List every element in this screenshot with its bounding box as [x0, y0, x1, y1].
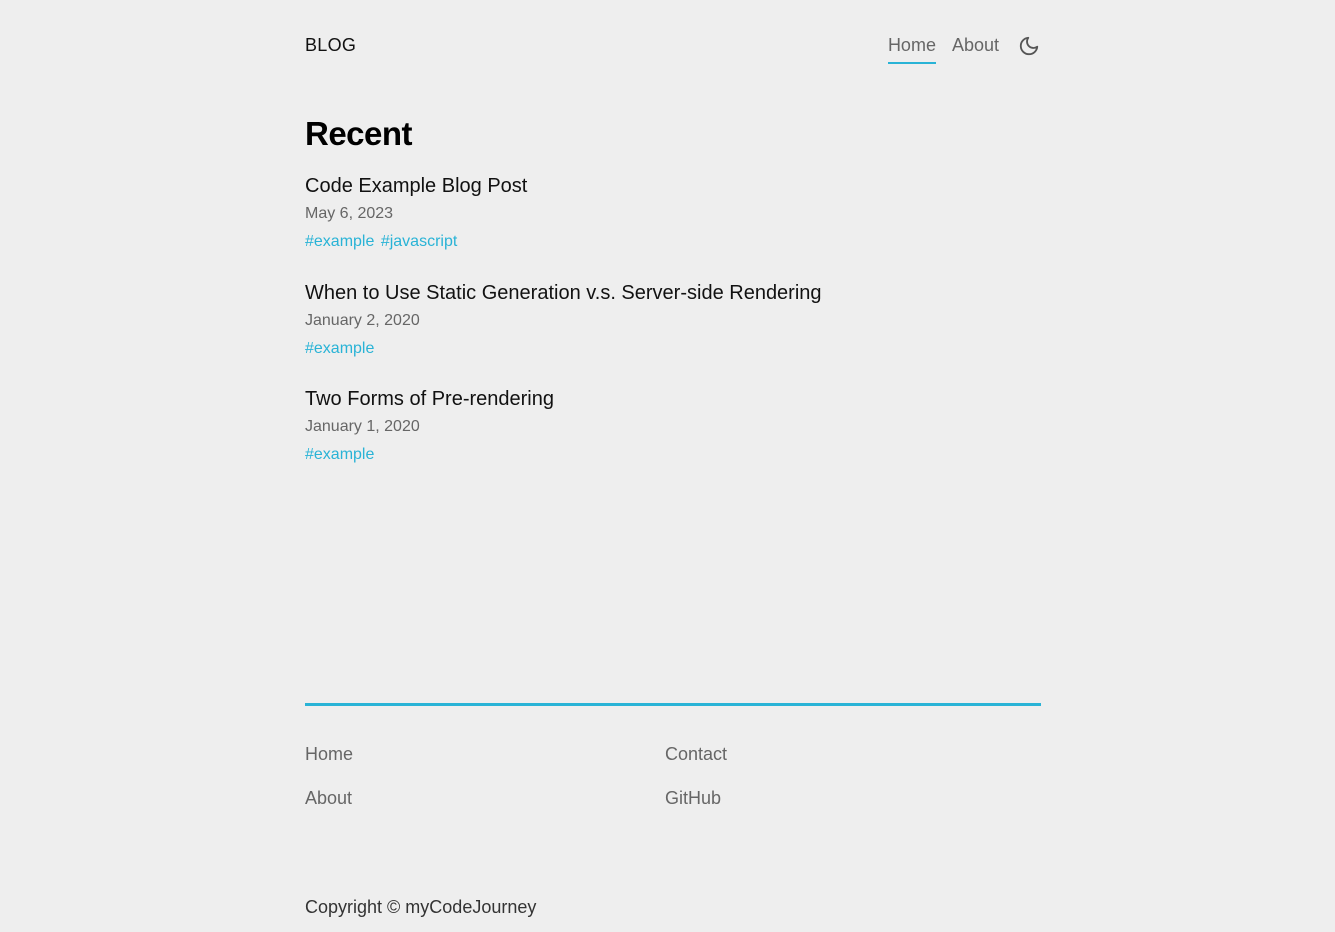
page-container: BLOG Home About Recent Code Example Blog… — [305, 0, 1041, 932]
nav-about-link[interactable]: About — [952, 34, 999, 64]
post-title-link[interactable]: Code Example Blog Post — [305, 173, 1041, 199]
footer-home-link[interactable]: Home — [305, 741, 353, 767]
footer-contact-link[interactable]: Contact — [665, 741, 727, 767]
tag-link[interactable]: #javascript — [381, 233, 457, 250]
main-nav: Home About — [872, 34, 1041, 64]
moon-icon — [1019, 36, 1039, 56]
theme-toggle-button[interactable] — [1017, 34, 1041, 58]
footer-column-left: Home About — [305, 741, 353, 829]
footer-divider — [305, 703, 1041, 706]
post-list: Code Example Blog Post May 6, 2023 #exam… — [305, 173, 1041, 493]
post-item: Two Forms of Pre-rendering January 1, 20… — [305, 386, 1041, 493]
tag-link[interactable]: #example — [305, 446, 374, 463]
page-title: Recent — [305, 115, 413, 152]
post-title-link[interactable]: Two Forms of Pre-rendering — [305, 386, 1041, 412]
post-date: January 1, 2020 — [305, 418, 420, 435]
nav-home-link[interactable]: Home — [887, 34, 936, 64]
site-header: BLOG Home About — [305, 0, 1041, 90]
post-tags: #example — [305, 338, 1041, 360]
footer-about-link[interactable]: About — [305, 785, 353, 811]
post-tags: #example — [305, 444, 1041, 466]
post-date: May 6, 2023 — [305, 205, 394, 222]
copyright-text: Copyright © myCodeJourney — [305, 897, 537, 917]
brand-logo-link[interactable]: BLOG — [305, 34, 356, 56]
post-item: Code Example Blog Post May 6, 2023 #exam… — [305, 173, 1041, 280]
post-date: January 2, 2020 — [305, 311, 420, 329]
post-item: When to Use Static Generation v.s. Serve… — [305, 280, 1041, 387]
post-title-link[interactable]: When to Use Static Generation v.s. Serve… — [305, 280, 1041, 306]
tag-link[interactable]: #example — [305, 233, 374, 250]
post-tags: #example #javascript — [305, 231, 1041, 253]
footer-column-right: Contact GitHub — [665, 741, 727, 829]
tag-link[interactable]: #example — [305, 340, 374, 357]
footer-github-link[interactable]: GitHub — [665, 785, 727, 811]
